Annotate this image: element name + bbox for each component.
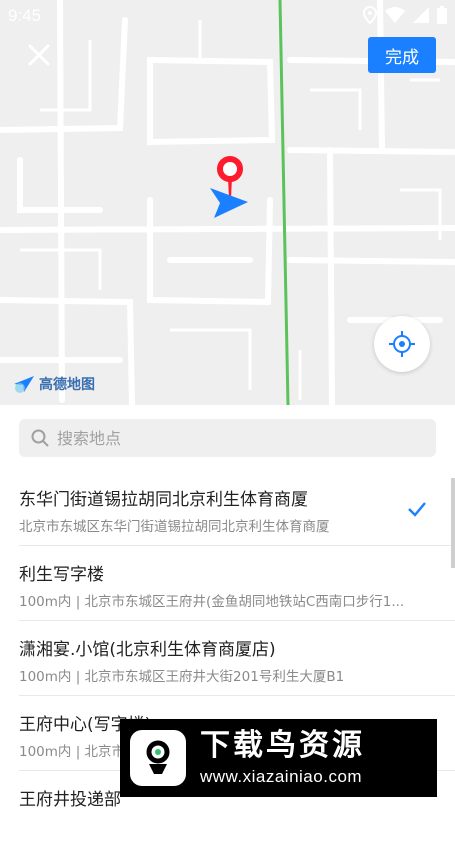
- place-address: 北京市东城区东华门街道锡拉胡同北京利生体育商厦: [19, 519, 330, 535]
- close-button[interactable]: [22, 38, 56, 72]
- status-icons: [363, 6, 447, 24]
- status-time: 9:45: [8, 6, 42, 25]
- amap-logo-icon: [14, 376, 34, 393]
- list-scrollbar[interactable]: [451, 478, 455, 568]
- map-provider-logo: 高德地图: [12, 374, 95, 394]
- list-item[interactable]: 利生写字楼 100m内 | 北京市东城区王府井(金鱼胡同地铁站C西南口步行1..…: [19, 546, 455, 621]
- search-box[interactable]: [19, 419, 436, 457]
- signal-icon: [413, 7, 429, 23]
- place-title: 王府井投递部: [19, 790, 121, 810]
- place-address: 100m内 | 北京市东城区王府井(金鱼胡同地铁站C西南口步行1...: [19, 594, 405, 610]
- watermark-title: 下载鸟资源: [200, 728, 365, 763]
- current-position-arrow-icon: [210, 188, 248, 218]
- list-item[interactable]: 东华门街道锡拉胡同北京利生体育商厦 北京市东城区东华门街道锡拉胡同北京利生体育商…: [19, 471, 455, 546]
- place-title: 潇湘宴.小馆(北京利生体育商厦店): [19, 640, 276, 660]
- place-address: 100m内 | 北京市: [19, 744, 126, 760]
- search-input[interactable]: [55, 427, 399, 449]
- map-view[interactable]: 9:45 完成 高德地图: [0, 0, 455, 405]
- status-bar: 9:45: [0, 0, 455, 32]
- map-provider-name: 高德地图: [39, 377, 95, 393]
- wifi-icon: [385, 7, 405, 23]
- place-title: 东华门街道锡拉胡同北京利生体育商厦: [19, 490, 308, 510]
- watermark-banner: 下载鸟资源 www.xiazainiao.com: [120, 719, 437, 797]
- battery-icon: [437, 6, 447, 24]
- watermark-logo-icon: [130, 730, 186, 786]
- crosshair-icon: [389, 331, 415, 357]
- close-icon: [28, 44, 50, 66]
- location-icon: [363, 6, 377, 24]
- checkmark-icon: [408, 502, 426, 517]
- done-button[interactable]: 完成: [368, 37, 436, 73]
- search-icon: [31, 429, 49, 447]
- locate-me-button[interactable]: [374, 316, 430, 372]
- place-title: 利生写字楼: [19, 565, 104, 585]
- list-item[interactable]: 潇湘宴.小馆(北京利生体育商厦店) 100m内 | 北京市东城区王府井大街201…: [19, 621, 455, 696]
- watermark-url: www.xiazainiao.com: [200, 767, 363, 786]
- place-address: 100m内 | 北京市东城区王府井大街201号利生大厦B1: [19, 669, 345, 685]
